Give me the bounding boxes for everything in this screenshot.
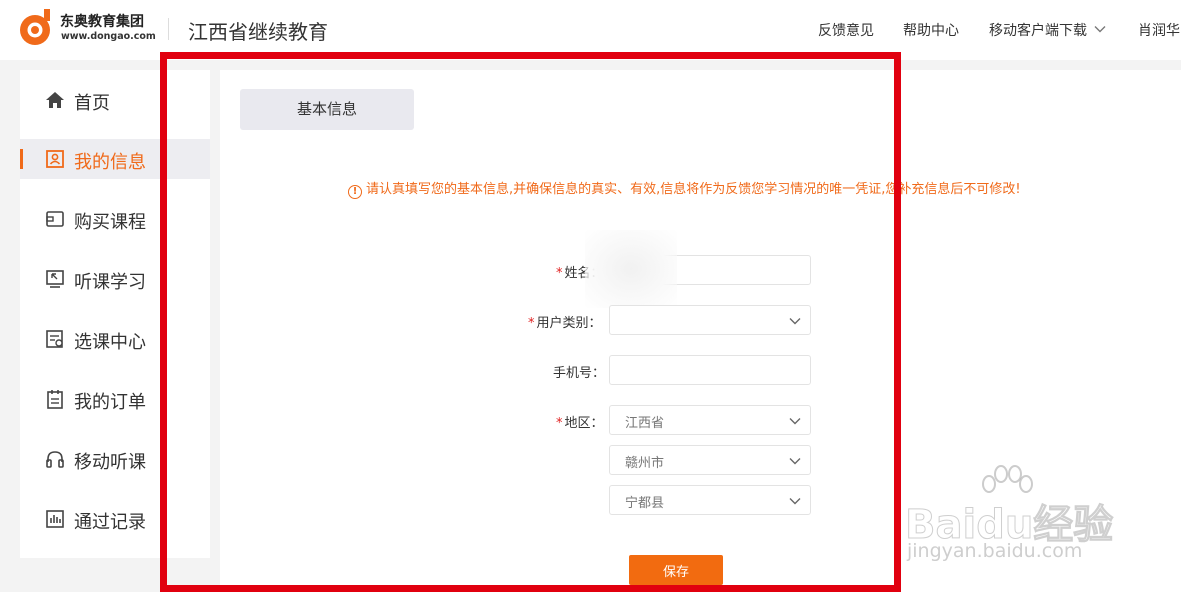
sidebar-item-label: 选课中心 (74, 332, 146, 353)
top-header: 东奥教育集团 www.dongao.com 江西省继续教育 反馈意见 帮助中心 … (0, 0, 1181, 60)
nav-help[interactable]: 帮助中心 (903, 20, 959, 40)
nav-user[interactable]: 肖润华 (1138, 20, 1180, 40)
course-select-icon (46, 330, 63, 348)
chevron-down-icon[interactable] (1093, 22, 1107, 36)
play-screen-icon (46, 270, 64, 288)
headphones-icon (46, 451, 64, 468)
sidebar-item-label: 我的订单 (74, 392, 146, 413)
profile-icon (46, 150, 64, 168)
brand-url: www.dongao.com (61, 31, 156, 42)
sidebar-item-label: 购买课程 (74, 212, 146, 233)
header-divider (168, 18, 169, 40)
bar-chart-icon (46, 510, 64, 528)
nav-feedback[interactable]: 反馈意见 (818, 20, 874, 40)
sidebar-item-label: 通过记录 (74, 512, 146, 533)
annotation-highlight-box (160, 52, 901, 592)
site-title: 江西省继续教育 (188, 20, 328, 44)
dongao-logo[interactable] (18, 9, 52, 47)
watermark-url: jingyan.baidu.com (907, 540, 1083, 562)
sidebar-item-label: 移动听课 (74, 452, 146, 473)
wallet-icon (46, 211, 64, 227)
brand-name: 东奥教育集团 (60, 14, 144, 30)
home-icon (46, 92, 64, 108)
sidebar-item-label: 听课学习 (74, 272, 146, 293)
sidebar-item-label: 首页 (74, 93, 110, 114)
nav-mobile-download[interactable]: 移动客户端下载 (989, 20, 1087, 40)
clipboard-icon (47, 390, 63, 409)
sidebar-item-label: 我的信息 (74, 152, 146, 173)
baidu-jingyan-watermark: Baidu经验 jingyan.baidu.com (904, 462, 1165, 572)
